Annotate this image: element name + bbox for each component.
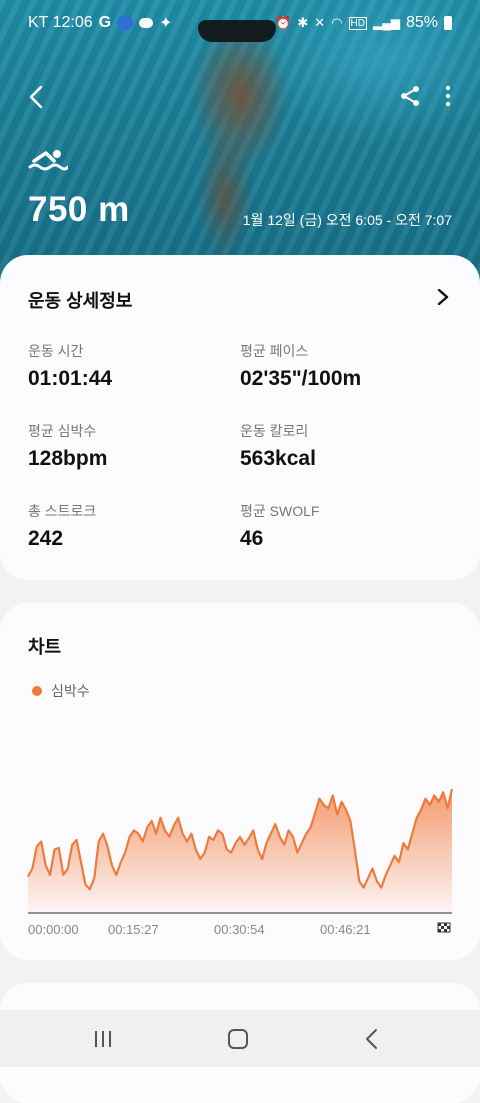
- x-tick-label: 00:00:00: [28, 922, 79, 937]
- workout-details-card[interactable]: 운동 상세정보 운동 시간 01:01:44 평균 페이스 02'35"/100…: [0, 255, 480, 580]
- heart-rate-area: [28, 789, 452, 913]
- bluetooth-icon: ✱: [297, 15, 309, 30]
- stat-label: 운동 시간: [28, 343, 84, 359]
- stat-strokes: 총 스트로크 242: [28, 501, 228, 551]
- stat-duration: 운동 시간 01:01:44: [28, 341, 228, 391]
- signal-icon: ▂▄▆: [373, 16, 400, 30]
- back-icon[interactable]: [22, 82, 52, 112]
- stat-label: 평균 페이스: [240, 343, 309, 359]
- x-tick-label: 00:15:27: [108, 922, 159, 937]
- back-nav-icon[interactable]: [358, 1026, 388, 1052]
- stat-label: 운동 칼로리: [240, 423, 309, 439]
- battery-text: 85%: [405, 14, 438, 31]
- stat-value: 46: [240, 527, 264, 550]
- status-bar: KT 12:06 G ✦ ⏰ ✱ ✕ ◠ HD ▂▄▆ 85%: [28, 12, 452, 34]
- stat-value: 563: [240, 447, 276, 470]
- wifi-icon: ◠: [331, 15, 343, 30]
- hd-icon: HD: [348, 16, 367, 30]
- system-nav-bar: [0, 1010, 480, 1067]
- top-app-bar: [22, 80, 458, 114]
- workout-date-range: 1월 12일 (금) 오전 6:05 - 오전 7:07: [242, 212, 452, 228]
- stat-unit: kcal: [275, 447, 316, 470]
- stat-value: 01:01:44: [28, 367, 113, 390]
- mute-icon: ✕: [314, 15, 326, 30]
- heart-rate-chart: [27, 788, 454, 933]
- stat-heart-rate: 평균 심박수 128bpm: [28, 421, 228, 471]
- cloud-icon: [139, 18, 154, 28]
- swimming-icon: [28, 150, 68, 171]
- chart-card: 차트 심박수 00:00:00 00:15:27 00:30:54 00:46:…: [0, 603, 480, 960]
- google-icon: G: [98, 14, 112, 31]
- details-title: 운동 상세정보: [28, 291, 133, 311]
- stat-value: 02'35"/100m: [240, 367, 362, 390]
- recents-icon[interactable]: [90, 1026, 120, 1052]
- distance-value: 750 m: [28, 190, 130, 229]
- hero-image: KT 12:06 G ✦ ⏰ ✱ ✕ ◠ HD ▂▄▆ 85% 750 m 1월…: [0, 0, 480, 290]
- stat-swolf: 평균 SWOLF 46: [240, 501, 440, 551]
- stat-value: 128: [28, 447, 64, 470]
- stat-value: 242: [28, 527, 64, 550]
- more-icon[interactable]: [442, 84, 454, 108]
- finish-flag-icon: [437, 922, 451, 933]
- chevron-right-icon[interactable]: [436, 289, 450, 305]
- stat-pace: 평균 페이스 02'35"/100m: [240, 341, 440, 391]
- carrier-time: KT 12:06: [28, 14, 93, 31]
- share-icon[interactable]: [398, 84, 422, 108]
- x-tick-label: 00:46:21: [320, 922, 371, 937]
- stat-unit: bpm: [63, 447, 108, 470]
- home-icon[interactable]: [223, 1026, 253, 1052]
- stat-label: 총 스트로크: [28, 503, 97, 519]
- stat-calories: 운동 칼로리 563kcal: [240, 421, 440, 471]
- alarm-icon: ⏰: [275, 15, 292, 30]
- stat-label: 평균 심박수: [28, 423, 97, 439]
- leaf-icon: ✦: [159, 15, 173, 32]
- battery-icon: [444, 16, 452, 30]
- stat-label: 평균 SWOLF: [240, 503, 320, 519]
- x-tick-label: 00:30:54: [214, 922, 265, 937]
- app-badge-icon: [117, 15, 134, 31]
